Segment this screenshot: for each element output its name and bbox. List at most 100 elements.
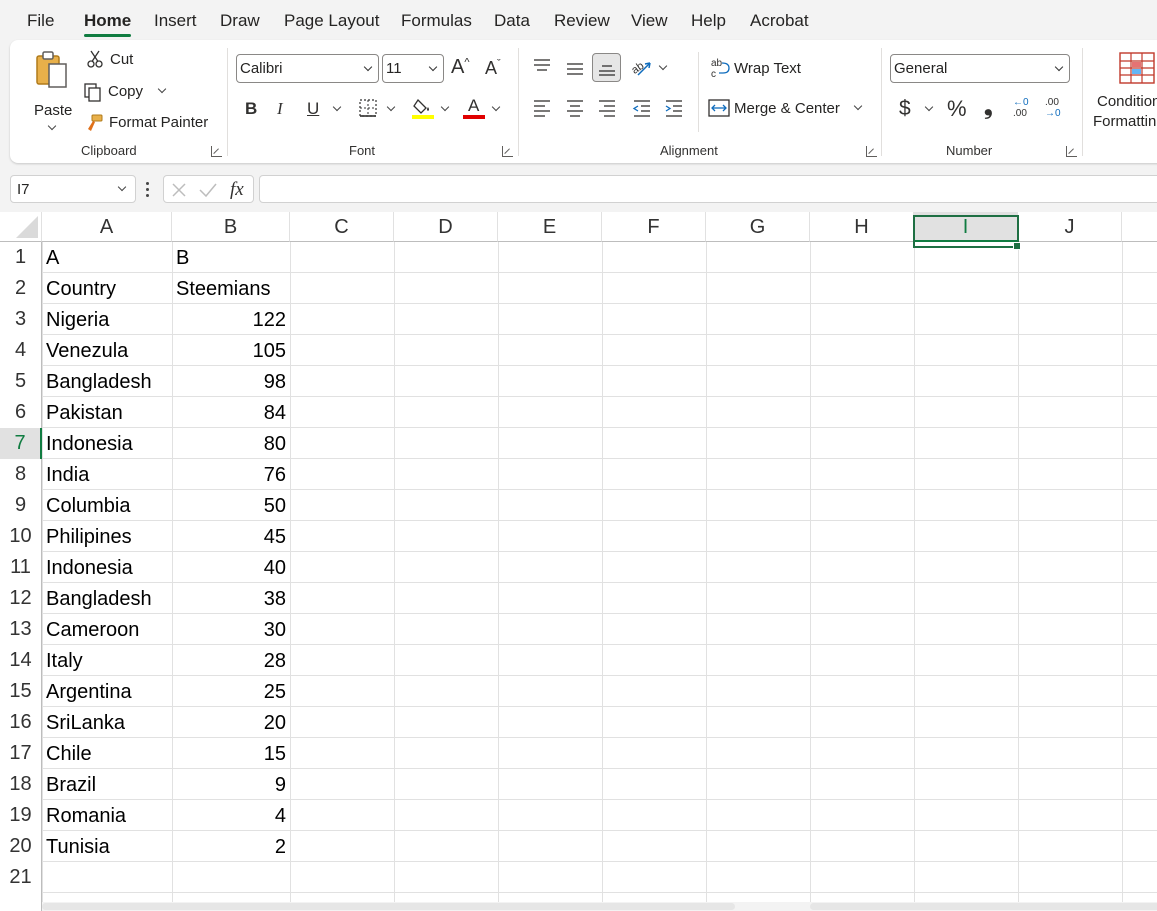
number-launcher-icon[interactable]	[1066, 146, 1077, 157]
cell-a8[interactable]: India	[46, 459, 170, 490]
borders-icon[interactable]	[358, 98, 378, 118]
tab-insert[interactable]: Insert	[154, 11, 197, 31]
cell-b14[interactable]: 28	[176, 645, 286, 676]
cell-b15[interactable]: 25	[176, 676, 286, 707]
chevron-down-icon[interactable]	[47, 121, 57, 131]
cell-b18[interactable]: 9	[176, 769, 286, 800]
row-header-13[interactable]: 13	[0, 614, 42, 645]
more-options-icon[interactable]	[146, 180, 150, 198]
row-header-11[interactable]: 11	[0, 552, 42, 583]
column-header-j[interactable]: J	[1018, 212, 1122, 242]
row-header-12[interactable]: 12	[0, 583, 42, 614]
cell-a16[interactable]: SriLanka	[46, 707, 170, 738]
sheet-tab-area[interactable]	[42, 903, 735, 910]
tab-data[interactable]: Data	[494, 11, 530, 31]
tab-help[interactable]: Help	[691, 11, 726, 31]
decrease-indent-icon[interactable]	[632, 98, 652, 118]
cell-a13[interactable]: Cameroon	[46, 614, 170, 645]
underline-button[interactable]: U	[307, 100, 319, 117]
cell-b17[interactable]: 15	[176, 738, 286, 769]
cell-a17[interactable]: Chile	[46, 738, 170, 769]
chevron-down-icon[interactable]	[157, 84, 167, 94]
orientation-icon[interactable]: ab	[630, 57, 654, 79]
tab-home[interactable]: Home	[84, 11, 132, 37]
column-header-h[interactable]: H	[810, 212, 914, 242]
cell-a7[interactable]: Indonesia	[46, 428, 170, 459]
row-header-16[interactable]: 16	[0, 707, 42, 738]
row-header-3[interactable]: 3	[0, 304, 42, 335]
chevron-down-icon[interactable]	[924, 102, 934, 112]
decrease-decimal-button[interactable]: .00 →0	[1045, 97, 1071, 123]
cell-a2[interactable]: Country	[46, 273, 170, 304]
row-header-21[interactable]: 21	[0, 862, 42, 893]
tab-acrobat[interactable]: Acrobat	[750, 11, 809, 31]
column-header-partial[interactable]	[1122, 212, 1157, 242]
row-header-2[interactable]: 2	[0, 273, 42, 304]
cell-b10[interactable]: 45	[176, 521, 286, 552]
increase-indent-icon[interactable]	[664, 98, 684, 118]
percent-format-button[interactable]: %	[947, 98, 967, 120]
cell-a14[interactable]: Italy	[46, 645, 170, 676]
row-header-15[interactable]: 15	[0, 676, 42, 707]
cell-b2[interactable]: Steemians	[176, 273, 286, 304]
font-color-icon[interactable]: A	[463, 96, 485, 120]
column-header-e[interactable]: E	[498, 212, 602, 242]
row-header-14[interactable]: 14	[0, 645, 42, 676]
row-header-1[interactable]: 1	[0, 242, 42, 273]
align-middle-icon[interactable]	[565, 59, 585, 79]
cell-b11[interactable]: 40	[176, 552, 286, 583]
column-header-g[interactable]: G	[706, 212, 810, 242]
cell-b9[interactable]: 50	[176, 490, 286, 521]
cell-a5[interactable]: Bangladesh	[46, 366, 170, 397]
scrollbar-thumb[interactable]	[810, 903, 1157, 910]
cell-b3[interactable]: 122	[176, 304, 286, 335]
cell-a12[interactable]: Bangladesh	[46, 583, 170, 614]
cell-b7[interactable]: 80	[176, 428, 286, 459]
spreadsheet-grid[interactable]: A B C D E F G H I J 1 A B 2 Country Steemians 3 Nigeria 12…	[0, 212, 1157, 911]
chevron-down-icon[interactable]	[853, 101, 863, 111]
tab-page-layout[interactable]: Page Layout	[284, 11, 379, 31]
cell-a6[interactable]: Pakistan	[46, 397, 170, 428]
cell-a11[interactable]: Indonesia	[46, 552, 170, 583]
cell-a1[interactable]: A	[46, 242, 170, 273]
merge-center-button[interactable]: Merge & Center	[708, 97, 868, 121]
tab-view[interactable]: View	[631, 11, 668, 31]
chevron-down-icon[interactable]	[491, 102, 501, 112]
enter-icon[interactable]	[198, 181, 218, 199]
column-header-b[interactable]: B	[172, 212, 290, 242]
align-left-icon[interactable]	[532, 98, 552, 118]
cell-b4[interactable]: 105	[176, 335, 286, 366]
tab-draw[interactable]: Draw	[220, 11, 260, 31]
chevron-down-icon[interactable]	[658, 61, 668, 71]
increase-decimal-button[interactable]: ←0 .00	[1013, 97, 1039, 123]
select-all-button[interactable]	[0, 212, 42, 242]
row-header-19[interactable]: 19	[0, 800, 42, 831]
clipboard-launcher-icon[interactable]	[211, 146, 222, 157]
cell-a4[interactable]: Venezula	[46, 335, 170, 366]
row-header-20[interactable]: 20	[0, 831, 42, 862]
row-header-9[interactable]: 9	[0, 490, 42, 521]
currency-format-button[interactable]: $	[899, 98, 911, 119]
row-header-18[interactable]: 18	[0, 769, 42, 800]
cell-a9[interactable]: Columbia	[46, 490, 170, 521]
row-header-4[interactable]: 4	[0, 335, 42, 366]
cell-a3[interactable]: Nigeria	[46, 304, 170, 335]
italic-button[interactable]: I	[277, 100, 283, 117]
tab-formulas[interactable]: Formulas	[401, 11, 472, 31]
row-header-17[interactable]: 17	[0, 738, 42, 769]
row-header-5[interactable]: 5	[0, 366, 42, 397]
fill-color-icon[interactable]	[412, 96, 434, 120]
align-center-icon[interactable]	[565, 98, 585, 118]
cell-b1[interactable]: B	[176, 242, 286, 273]
row-header-6[interactable]: 6	[0, 397, 42, 428]
chevron-down-icon[interactable]	[440, 102, 450, 112]
formula-input[interactable]	[259, 175, 1157, 203]
cell-b13[interactable]: 30	[176, 614, 286, 645]
row-header-8[interactable]: 8	[0, 459, 42, 490]
column-header-f[interactable]: F	[602, 212, 706, 242]
row-header-10[interactable]: 10	[0, 521, 42, 552]
align-bottom-button[interactable]	[592, 53, 621, 82]
font-family-select[interactable]: Calibri	[236, 54, 379, 83]
conditional-formatting-button[interactable]: Condition Formattin	[1093, 50, 1157, 130]
alignment-launcher-icon[interactable]	[866, 146, 877, 157]
